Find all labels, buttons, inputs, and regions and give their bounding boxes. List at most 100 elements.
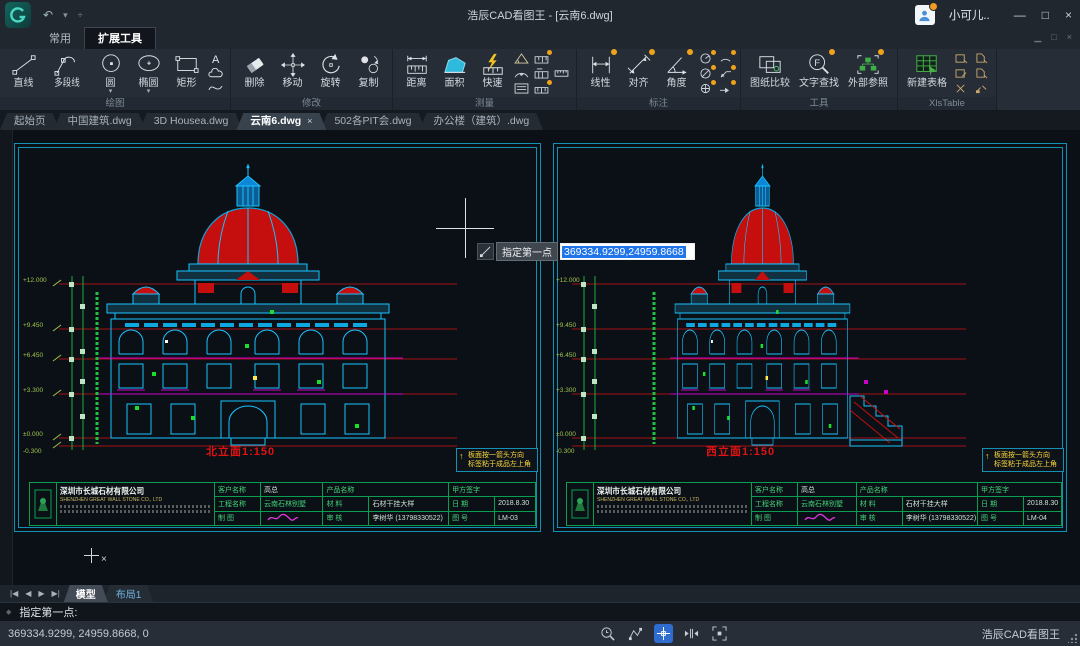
distance-button[interactable]: 距离 [398,51,435,89]
arc-dim-icon[interactable] [717,52,734,64]
spline-button[interactable] [207,82,224,94]
radius-dim-icon[interactable] [697,52,714,64]
xls-link-icon[interactable] [973,82,990,94]
rectangle-button[interactable]: 矩形 [168,51,205,89]
linear-dim-button[interactable]: 线性 [582,51,619,89]
doc-tab-office-building[interactable]: 办公楼（建筑）.dwg [419,113,543,130]
aligned-dim-button[interactable]: 对齐 [620,51,657,89]
leader-dim-icon[interactable] [717,67,734,79]
doc-tab-3d-house[interactable]: 3D Housea.dwg [140,113,243,130]
coordinate-input[interactable]: 369334.9299,24959.8668 [560,243,695,260]
quick-access-toolbar: ↶ ▾ ÷ [43,8,83,22]
ribbon-tab-common[interactable]: 常用 [36,28,84,49]
up-arrow-icon: ↑ [459,452,464,461]
circle-icon [96,51,126,78]
external-reference-icon [853,51,883,78]
ellipse-icon [134,51,164,78]
diameter-dim-icon[interactable] [697,67,714,79]
copy-button[interactable]: 复制 [350,51,387,89]
ribbon-tab-extended-tools[interactable]: 扩展工具 [84,27,156,49]
tab-close-icon[interactable]: × [307,113,312,130]
polyline-button[interactable]: 多段线 [43,51,91,89]
measure-total-icon[interactable] [533,67,550,79]
measure-coord-icon[interactable] [533,52,550,64]
doc-tab-yunnan6[interactable]: 云南6.dwg × [236,113,326,130]
line-button[interactable]: 直线 [5,51,42,89]
nav-prev-icon[interactable]: ◀ [25,589,31,598]
resize-grip[interactable] [1068,634,1077,643]
app-logo-icon[interactable] [5,2,31,28]
move-button[interactable]: 移动 [274,51,311,89]
measure-list-icon[interactable] [513,82,530,94]
svg-text:A: A [212,54,220,64]
group-label-measure: 测量 [393,97,576,110]
up-arrow-icon: ↑ [985,452,990,461]
revision-cloud-button[interactable] [207,67,224,79]
measure-angle-icon[interactable] [513,52,530,64]
circle-button[interactable]: 圆 ▾ [92,51,129,94]
xls-import-icon[interactable] [973,67,990,79]
sheet1-drawing: +12.000 +9.450 +6.450 +3.300 ±0.000 -0.3… [15,144,540,531]
nav-first-icon[interactable]: |◀ [10,589,18,598]
undo-icon[interactable]: ↶ [43,8,53,22]
new-table-button[interactable]: 新建表格 [903,51,951,89]
angle-dim-icon [662,51,692,78]
brand-footer: 浩辰CAD看图王 [982,626,1060,642]
center-mark-icon[interactable] [697,82,714,94]
polyline-mode-icon[interactable] [626,624,645,643]
doc-minimize-icon[interactable]: ▁ [1034,32,1041,43]
command-line[interactable]: ◆ 指定第一点: [0,602,1080,621]
measure-scale-icon[interactable] [533,82,550,94]
nav-next-icon[interactable]: ▶ [38,589,44,598]
chevron-down-icon[interactable]: ▾ [63,10,68,21]
quick-measure-button[interactable]: 快速 [474,51,511,89]
layout-tab-model[interactable]: 模型 [64,585,108,602]
user-avatar[interactable] [915,5,935,25]
phone-line [60,510,211,513]
pan-split-icon[interactable] [682,624,701,643]
zoom-extents-icon[interactable] [598,624,617,643]
layout-tab-bar: |◀ ◀ ▶ ▶| 模型 布局1 [0,585,1080,602]
doc-tab-502pit[interactable]: 502各PIT会.dwg [320,113,425,130]
svg-text:+12.000: +12.000 [556,277,580,284]
measure-ruler-icon[interactable] [553,67,570,79]
company-logo [567,483,594,525]
nav-last-icon[interactable]: ▶| [52,589,60,598]
ribbon: 直线 多段线 圆 ▾ 椭圆 ▾ 矩形 [0,49,1080,110]
rotate-button[interactable]: 旋转 [312,51,349,89]
svg-text:+6.450: +6.450 [23,352,43,359]
svg-text:+6.450: +6.450 [556,352,576,359]
crosshair-mode-icon[interactable] [654,624,673,643]
continue-dim-icon[interactable] [717,82,734,94]
drawing-compare-button[interactable]: 图纸比较 [746,51,794,89]
xls-insert-icon[interactable] [953,52,970,64]
xls-export-icon[interactable] [973,52,990,64]
drawing-canvas[interactable]: +12.000 +9.450 +6.450 +3.300 ±0.000 -0.3… [0,130,1080,585]
maximize-button[interactable]: □ [1042,8,1049,22]
xls-edit-icon[interactable] [953,67,970,79]
close-button[interactable]: × [1065,8,1072,22]
chevron-down-icon: ▾ [147,89,151,94]
doc-restore-icon[interactable]: □ [1051,32,1056,43]
doc-tab-start-page[interactable]: 起始页 [0,113,60,130]
text-find-button[interactable]: F 文字查找 [795,51,843,89]
minimize-button[interactable]: — [1014,8,1026,22]
angle-dim-button[interactable]: 角度 [658,51,695,89]
ellipse-button[interactable]: 椭圆 ▾ [130,51,167,94]
full-screen-icon[interactable] [710,624,729,643]
xls-update-icon[interactable] [953,82,970,94]
area-button[interactable]: 面积 [436,51,473,89]
erase-button[interactable]: 删除 [236,51,273,89]
layout-tab-layout1[interactable]: 布局1 [104,585,154,602]
text-button[interactable]: A [207,52,224,64]
building-elevation [99,164,403,445]
doc-close-icon[interactable]: × [1067,32,1072,43]
user-name[interactable]: 小可儿.. [949,7,990,23]
distance-icon [402,51,432,78]
quick-customize-icon[interactable]: ÷ [78,10,83,20]
measure-arc-icon[interactable] [513,67,530,79]
command-marker-icon: ◆ [6,608,11,616]
ribbon-group-dimension: 线性 对齐 角度 [577,49,741,110]
doc-tab-china-arch[interactable]: 中国建筑.dwg [54,113,146,130]
xref-button[interactable]: 外部参照 [844,51,892,89]
